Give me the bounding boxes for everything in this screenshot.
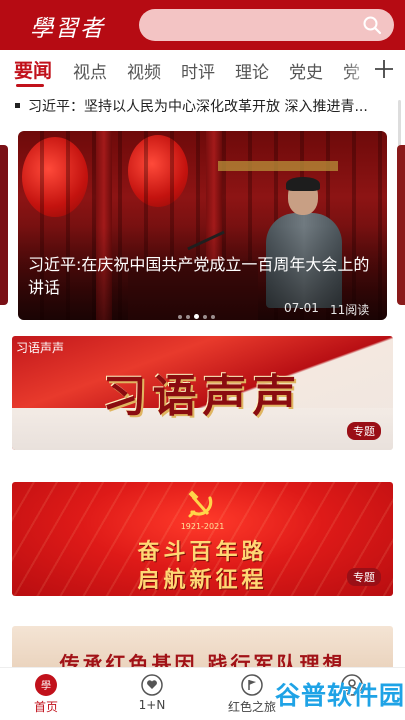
banner-centenary[interactable]: 1921-2021 奋斗百年路 启航新征程 专题 (12, 482, 393, 596)
heart-bubble-icon (141, 674, 163, 696)
carousel-dot-active[interactable] (194, 314, 199, 319)
banner-headline: 习语声声 (102, 371, 303, 422)
tab-shidian[interactable]: 视点 (73, 58, 107, 83)
carousel-dot[interactable] (178, 314, 182, 319)
nav-label: 1+N (138, 698, 166, 712)
tab-yaowen[interactable]: 要闻 (14, 56, 52, 83)
tabs-fade (345, 50, 373, 90)
watermark-text: 谷普软件园 (275, 681, 405, 710)
hammer-sickle-icon (188, 490, 213, 518)
top-header: 學習者 (0, 0, 405, 50)
topic-badge: 专题 (347, 568, 381, 586)
topic-badge: 专题 (347, 422, 381, 440)
carousel-dot[interactable] (211, 314, 215, 319)
active-tab-indicator (16, 84, 44, 87)
nav-label: 首页 (33, 700, 58, 714)
banner-red-gene[interactable]: 传承红色基因 践行军队理想 (12, 626, 393, 670)
svg-text:學: 學 (41, 679, 51, 692)
nav-home[interactable]: 學 首页 (6, 668, 86, 720)
channel-tabs: 要闻 视点 视频 时评 理论 党史 党 (0, 50, 405, 90)
home-logo-icon: 學 (35, 674, 57, 696)
headline-ticker[interactable]: 习近平：坚持以人民为中心深化改革开放 深入推进青... (0, 95, 405, 119)
carousel-dot[interactable] (203, 314, 207, 319)
search-icon[interactable] (362, 15, 382, 35)
speaker-hair (286, 177, 320, 191)
flag-bubble-icon (241, 674, 263, 696)
gold-band (218, 161, 338, 171)
carousel-prev-peek[interactable] (0, 145, 8, 305)
add-channel-icon[interactable] (374, 59, 394, 79)
carousel-slide[interactable]: 习近平:在庆祝中国共产党成立一百周年大会上的讲话 07-01 11阅读 (18, 131, 387, 320)
banner-headline-2: 启航新征程 (137, 567, 268, 593)
slide-read-count: 11阅读 (330, 303, 370, 317)
slide-date: 07-01 (284, 301, 319, 315)
search-bar[interactable] (139, 9, 394, 41)
tab-dangshi[interactable]: 党史 (289, 58, 323, 83)
app-logo: 學習者 (30, 16, 105, 42)
slide-title[interactable]: 习近平:在庆祝中国共产党成立一百周年大会上的讲话 (28, 253, 383, 299)
tab-shipin[interactable]: 视频 (127, 58, 161, 83)
ticker-text[interactable]: 习近平：坚持以人民为中心深化改革开放 深入推进青... (28, 96, 383, 116)
banner-years: 1921-2021 (180, 522, 225, 531)
carousel-dots (178, 306, 219, 319)
carousel-dot[interactable] (186, 314, 190, 319)
site-watermark: 谷普软件园 (275, 676, 404, 714)
banner-top-label: 习语声声 (16, 341, 65, 355)
ticker-bullet (15, 103, 20, 108)
app-screen: 學習者 要闻 视点 视频 时评 理论 党史 党 习近平：坚持以人民为中心深化改革… (0, 0, 405, 720)
tab-shiping[interactable]: 时评 (181, 58, 215, 83)
nav-1n[interactable]: 1+N (112, 668, 192, 720)
carousel-next-peek[interactable] (397, 145, 405, 305)
tab-lilun[interactable]: 理论 (235, 58, 269, 83)
banner-xiyu[interactable]: 习语声声 习语声声 专题 (12, 336, 393, 450)
